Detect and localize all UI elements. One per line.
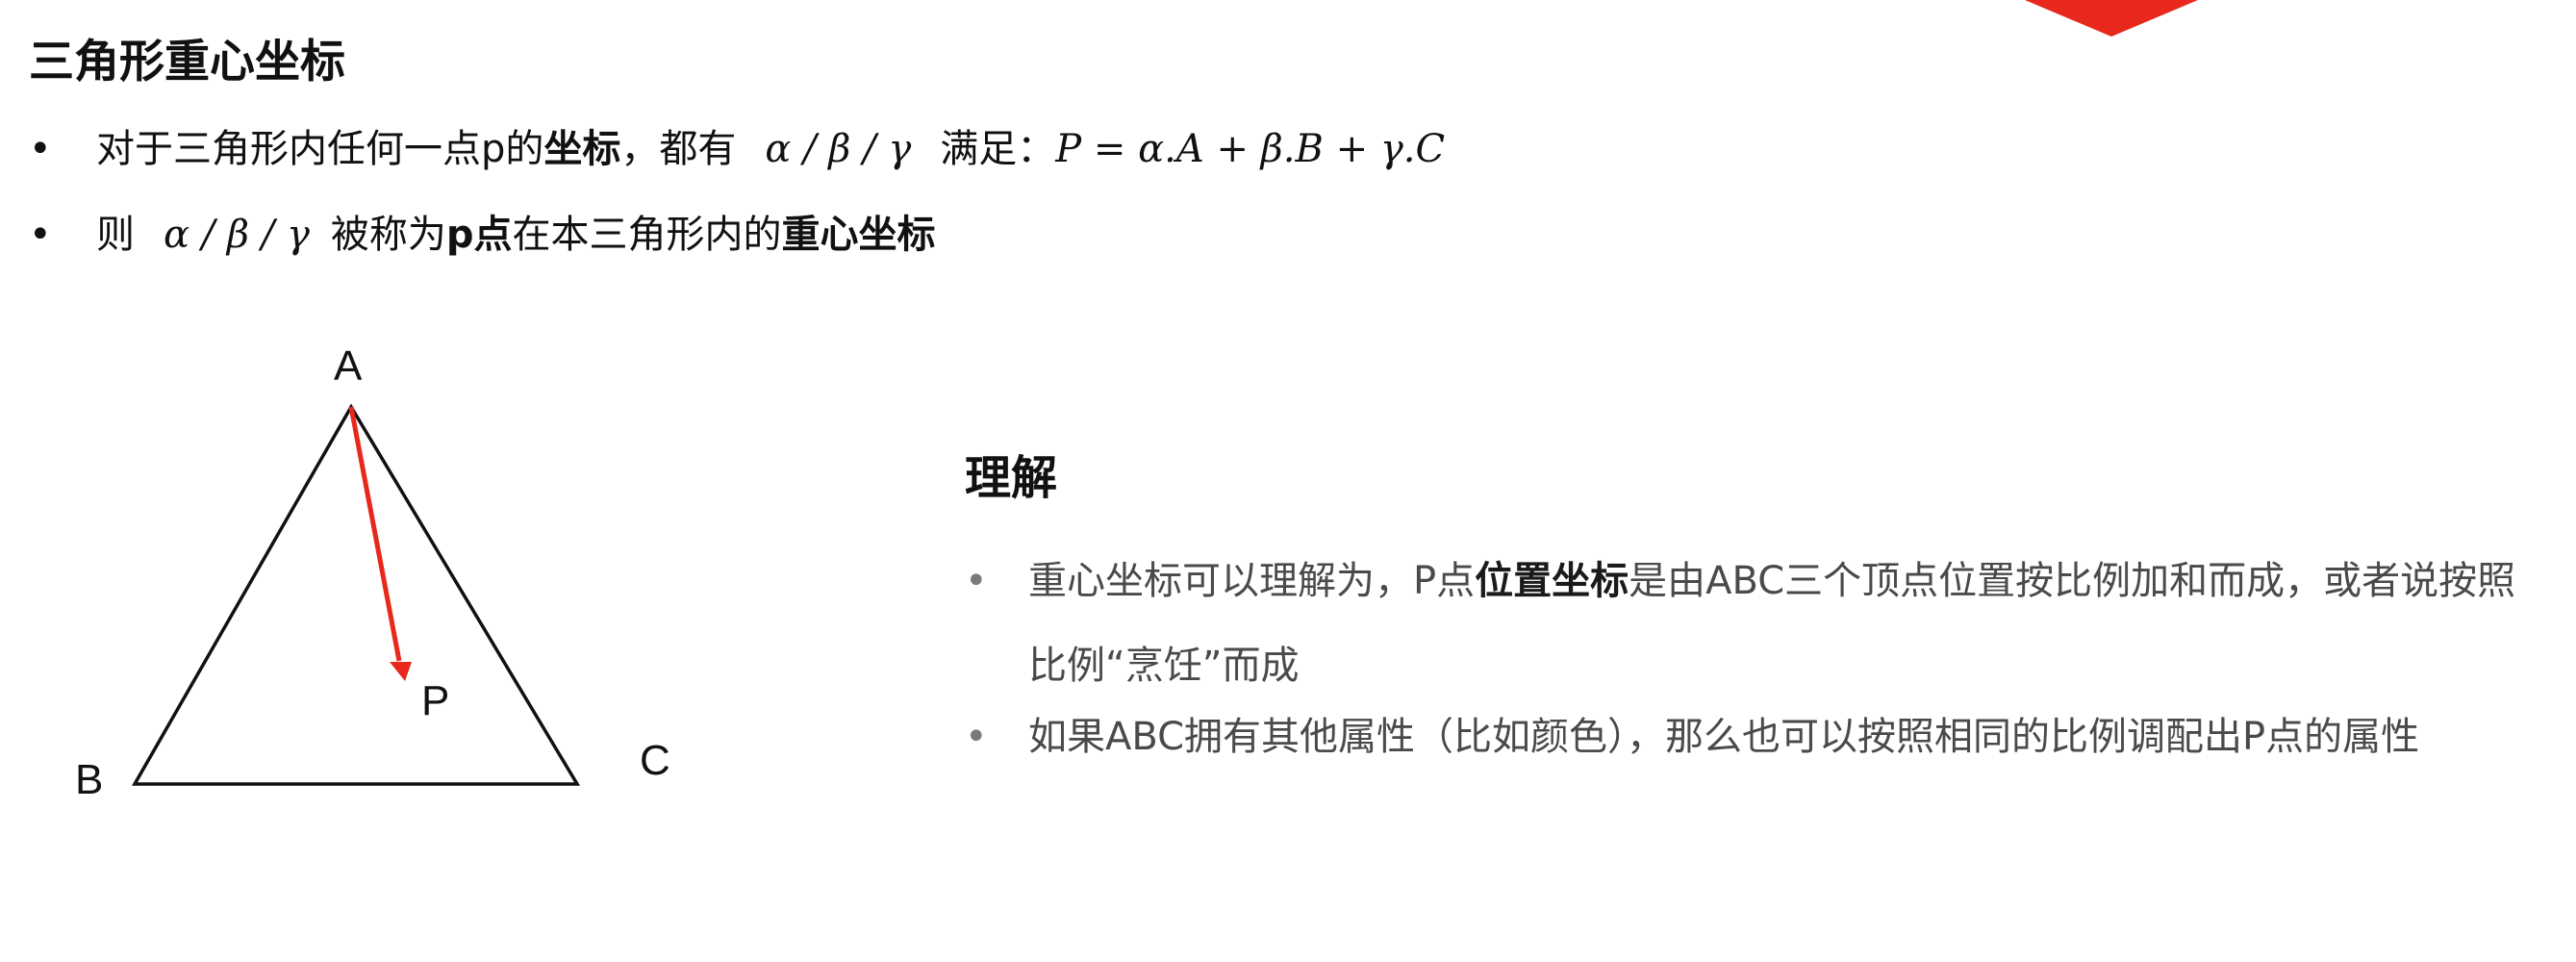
bullet-text: 被称为	[330, 213, 446, 257]
definition-bullet-2: • 则 α / β / γ 被称为p点在本三角形内的重心坐标	[29, 206, 936, 264]
math-barycentric-formula: P = α.A + β.B + γ.C	[1055, 127, 1446, 171]
bullet-text: 满足：	[940, 127, 1056, 171]
bullet-text: 对于三角形内任何一点p的	[96, 127, 544, 171]
triangle-abc	[131, 403, 581, 786]
bullet-dot: •	[965, 559, 988, 603]
point-label-p: P	[421, 677, 449, 724]
bullet-dot: •	[965, 715, 988, 759]
understanding-item-1: • 重心坐标可以理解为，P点位置坐标是由ABC三个顶点位置按比例加和而成，或者说…	[965, 539, 2552, 708]
understanding-text: 重心坐标可以理解为，P点位置坐标是由ABC三个顶点位置按比例加和而成，或者说按照…	[1028, 539, 2552, 708]
triangle-diagram: A B C P	[75, 342, 670, 803]
definition-bullet-1: • 对于三角形内任何一点p的坐标，都有 α / β / γ 满足：P = α.A + …	[29, 120, 1445, 178]
understanding-text-part: 重心坐标可以理解为，P点	[1028, 559, 1476, 603]
bullet-bold-term: p点	[445, 213, 513, 257]
bullet-dot: •	[29, 127, 52, 171]
math-alpha-beta-gamma: α / β / γ	[765, 127, 912, 171]
understanding-text: 如果ABC拥有其他属性（比如颜色），那么也可以按照相同的比例调配出P点的属性	[1028, 715, 2420, 759]
bullet-bold-term: 坐标	[543, 127, 621, 171]
bullet-bold-term: 重心坐标	[781, 213, 936, 257]
bullet-text: 在本三角形内的	[512, 213, 782, 257]
corner-accent-shape	[2025, 0, 2198, 37]
bullet-text: ，都有	[620, 127, 737, 171]
arrow-a-to-p-head	[390, 662, 412, 681]
understanding-item-2: • 如果ABC拥有其他属性（比如颜色），那么也可以按照相同的比例调配出P点的属性	[965, 695, 2552, 779]
slide-title: 三角形重心坐标	[29, 36, 345, 89]
bullet-text: 则	[96, 213, 135, 257]
understanding-heading: 理解	[965, 451, 1058, 505]
understanding-bold-term: 位置坐标	[1475, 559, 1629, 603]
bullet-dot: •	[29, 213, 52, 257]
vertex-label-a: A	[334, 342, 363, 390]
math-alpha-beta-gamma: α / β / γ	[164, 213, 310, 257]
vertex-label-b: B	[75, 756, 103, 803]
vertex-label-c: C	[640, 737, 670, 784]
